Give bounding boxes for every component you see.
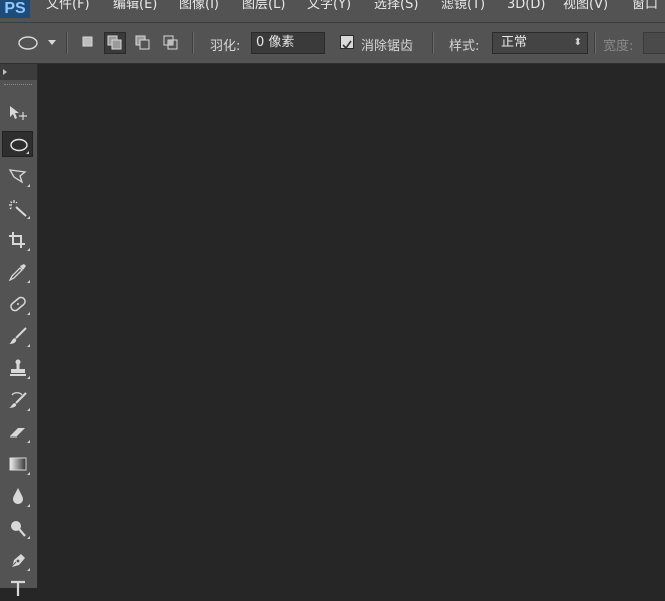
divider <box>192 32 194 54</box>
stamp-icon <box>10 359 26 376</box>
panel-grip[interactable] <box>4 84 32 87</box>
bandage-icon <box>10 296 26 312</box>
width-input <box>643 32 665 54</box>
subtract-selection-icon <box>135 35 150 50</box>
healing-brush-tool[interactable] <box>2 291 33 317</box>
style-label: 样式: <box>449 39 480 54</box>
submenu-indicator <box>27 184 30 187</box>
document-canvas-area[interactable] <box>38 64 665 588</box>
style-value: 正常 <box>501 35 528 50</box>
add-selection-icon <box>107 35 122 50</box>
submenu-indicator <box>27 440 30 443</box>
crop-icon <box>9 232 25 248</box>
submenu-indicator <box>27 472 30 475</box>
menu-select[interactable]: 选择(S) <box>374 0 418 14</box>
menu-image[interactable]: 图像(I) <box>179 0 219 14</box>
history-brush-tool[interactable] <box>2 387 33 413</box>
submenu-indicator <box>27 312 30 315</box>
clone-stamp-tool[interactable] <box>2 355 33 381</box>
divider <box>594 32 596 54</box>
width-label: 宽度: <box>603 39 634 54</box>
elliptical-marquee-tool[interactable] <box>2 131 33 157</box>
submenu-indicator <box>27 376 30 379</box>
options-bar: 羽化: 0 像素 消除锯齿 样式: 正常 ⬍ 宽度: <box>0 23 665 64</box>
submenu-indicator <box>27 568 30 571</box>
antialias-label: 消除锯齿 <box>361 39 414 54</box>
drop-icon <box>13 488 23 504</box>
new-selection-button[interactable] <box>80 34 96 50</box>
menu-bar: PS 文件(F) 编辑(E) 图像(I) 图层(L) 文字(Y) 选择(S) 滤… <box>0 0 665 23</box>
intersect-selection-icon <box>163 35 178 50</box>
intersect-selection-button[interactable] <box>162 34 178 50</box>
brush-icon <box>9 327 27 344</box>
dodge-icon <box>11 521 26 537</box>
magic-wand-tool[interactable] <box>2 195 33 221</box>
add-to-selection-button[interactable] <box>104 32 126 54</box>
menu-view[interactable]: 视图(V) <box>563 0 608 14</box>
submenu-indicator <box>27 344 30 347</box>
style-select[interactable]: 正常 ⬍ <box>492 32 588 54</box>
ellipse-marquee-icon <box>18 36 38 50</box>
tools-panel <box>0 64 38 596</box>
polygonal-lasso-icon <box>8 169 27 184</box>
move-tool[interactable] <box>2 100 33 126</box>
pen-tool[interactable] <box>2 547 33 573</box>
ps-logo: PS <box>0 0 30 18</box>
type-icon <box>11 580 25 596</box>
menu-3d[interactable]: 3D(D) <box>507 0 545 14</box>
submenu-indicator <box>27 408 30 411</box>
panel-header[interactable] <box>0 64 37 80</box>
feather-label: 羽化: <box>210 39 241 54</box>
move-icon <box>10 106 27 120</box>
type-tool[interactable] <box>2 575 33 601</box>
menu-layer[interactable]: 图层(L) <box>242 0 285 14</box>
tool-preset-picker[interactable] <box>14 34 58 52</box>
menu-file[interactable]: 文件(F) <box>46 0 90 14</box>
submenu-indicator <box>27 280 30 283</box>
updown-arrow-icon: ⬍ <box>573 37 582 48</box>
eraser-icon <box>10 428 25 438</box>
gradient-icon <box>9 457 27 471</box>
brush-tool[interactable] <box>2 323 33 349</box>
feather-input[interactable]: 0 像素 <box>251 32 325 54</box>
history-brush-icon <box>9 392 27 408</box>
dodge-tool[interactable] <box>2 515 33 541</box>
divider <box>66 32 68 54</box>
subtract-selection-button[interactable] <box>134 34 150 50</box>
submenu-indicator <box>26 151 29 154</box>
crop-tool[interactable] <box>2 227 33 253</box>
eraser-tool[interactable] <box>2 419 33 445</box>
lasso-tool[interactable] <box>2 163 33 189</box>
antialias-checkbox[interactable] <box>340 35 354 50</box>
new-selection-icon <box>82 36 93 47</box>
submenu-indicator <box>27 248 30 251</box>
gradient-tool[interactable] <box>2 451 33 477</box>
menu-edit[interactable]: 编辑(E) <box>113 0 157 14</box>
chevron-down-icon <box>48 40 56 45</box>
divider <box>432 32 434 54</box>
eyedropper-tool[interactable] <box>2 259 33 285</box>
expand-icon <box>3 69 7 75</box>
pen-icon <box>9 554 25 569</box>
submenu-indicator <box>27 216 30 219</box>
eyedropper-icon <box>8 264 26 281</box>
magic-wand-icon <box>9 200 27 217</box>
checkmark-icon <box>342 40 352 50</box>
menu-type[interactable]: 文字(Y) <box>307 0 351 14</box>
submenu-indicator <box>27 536 30 539</box>
blur-tool[interactable] <box>2 483 33 509</box>
menu-window[interactable]: 窗口 <box>632 0 658 14</box>
submenu-indicator <box>27 504 30 507</box>
menu-filter[interactable]: 滤镜(T) <box>441 0 485 14</box>
